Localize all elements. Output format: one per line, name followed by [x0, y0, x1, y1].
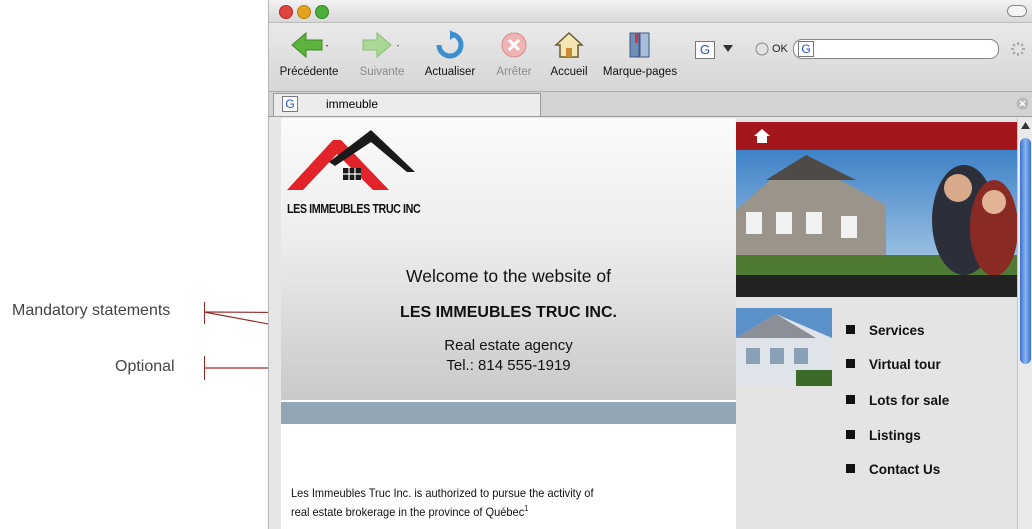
dark-bar [736, 275, 1017, 297]
menu-item-lots-for-sale[interactable]: Lots for sale [846, 393, 949, 408]
bullet-icon [846, 395, 855, 404]
forward-arrow-icon [362, 31, 399, 59]
reload-icon [436, 30, 464, 59]
forward-label: Suivante [359, 66, 405, 78]
reload-button[interactable]: Actualiser [417, 27, 483, 78]
brokerage-line-1: Les Immeubles Truc Inc. is authorized to… [291, 486, 594, 500]
search-input[interactable]: G [793, 39, 999, 59]
phone-number: Tel.: 814 555-1919 [446, 357, 571, 374]
bookmarks-button[interactable]: Marque-pages [597, 27, 683, 78]
menu-item-virtual-tour[interactable]: Virtual tour [846, 357, 941, 372]
welcome-text: Welcome to the website of [406, 266, 611, 286]
site-header: LES IMMEUBLES TRUC INC Welcome to the we… [281, 118, 736, 400]
house-thumbnail-photo [736, 308, 832, 386]
footnote-marker: 1 [524, 504, 529, 513]
bullet-icon [846, 430, 855, 439]
back-arrow-icon [291, 31, 328, 59]
reload-label: Actualiser [424, 66, 476, 78]
menu-item-contact-us[interactable]: Contact Us [846, 462, 940, 477]
tab-bar: G immeuble [269, 92, 1032, 117]
optional-label: Optional [115, 358, 175, 375]
brokerage-statement: Les Immeubles Truc Inc. is authorized to… [291, 485, 594, 520]
ok-label: OK [772, 43, 788, 55]
stop-label: Arrêter [496, 66, 532, 78]
house-couple-photo [736, 150, 1017, 275]
menu-label: Lots for sale [869, 393, 950, 408]
menu-label: Services [869, 323, 925, 338]
navigation-toolbar: Précédente Suivante Actualiser Arrêter A… [269, 23, 1032, 92]
mandatory-statements-label: Mandatory statements [12, 302, 171, 319]
menu-label: Contact Us [869, 462, 941, 477]
home-button[interactable]: Accueil [543, 27, 595, 78]
bullet-icon [846, 359, 855, 368]
vertical-scrollbar[interactable] [1017, 118, 1032, 529]
tab-favicon-icon: G [282, 96, 298, 112]
menu-label: Listings [869, 428, 921, 443]
close-tab-icon[interactable] [1016, 97, 1029, 110]
forward-button[interactable]: Suivante [351, 27, 413, 78]
home-label: Accueil [550, 66, 588, 78]
toolbar-toggle-button[interactable] [1007, 5, 1027, 17]
back-label: Précédente [279, 66, 339, 78]
menu-label: Virtual tour [869, 357, 941, 372]
close-window-button[interactable] [279, 5, 293, 19]
home-nav-icon[interactable] [754, 129, 770, 143]
menu-item-listings[interactable]: Listings [846, 428, 921, 443]
stop-icon [501, 32, 527, 58]
chevron-down-icon[interactable] [723, 45, 733, 53]
agency-type: Real estate agency [444, 337, 573, 354]
search-engine-selector[interactable]: G [695, 41, 715, 59]
title-bar [269, 0, 1032, 23]
blue-band [281, 402, 736, 424]
activity-spinner-icon [1011, 42, 1025, 56]
scrollbar-thumb[interactable] [1020, 138, 1031, 364]
browser-window: Précédente Suivante Actualiser Arrêter A… [268, 0, 1032, 529]
bullet-icon [846, 464, 855, 473]
minimize-window-button[interactable] [297, 5, 311, 19]
company-logo-house-icon [287, 130, 415, 190]
company-logo-text: LES IMMEUBLES TRUC INC [287, 202, 421, 216]
tab-immeuble[interactable]: G immeuble [273, 93, 541, 116]
ok-radio-icon[interactable] [755, 42, 769, 56]
menu-item-services[interactable]: Services [846, 323, 925, 338]
company-name: LES IMMEUBLES TRUC INC. [400, 304, 617, 321]
home-icon [554, 31, 584, 58]
bullet-icon [846, 325, 855, 334]
site-main-panel: LES IMMEUBLES TRUC INC Welcome to the we… [281, 118, 736, 529]
brokerage-line-2: real estate brokerage in the province of… [291, 505, 525, 519]
site-sidebar: Services Virtual tour Lots for sale List… [736, 118, 1017, 529]
back-button[interactable]: Précédente [273, 27, 345, 78]
zoom-window-button[interactable] [315, 5, 329, 19]
web-content: LES IMMEUBLES TRUC INC Welcome to the we… [281, 118, 1017, 529]
site-nav-bar [736, 122, 1017, 150]
google-g-icon: G [798, 41, 814, 57]
tab-title: immeuble [326, 97, 379, 111]
bookmarks-icon [629, 32, 650, 58]
scroll-up-arrow-icon[interactable] [1021, 122, 1030, 129]
stop-button[interactable]: Arrêter [487, 27, 541, 78]
bookmarks-label: Marque-pages [602, 66, 678, 78]
